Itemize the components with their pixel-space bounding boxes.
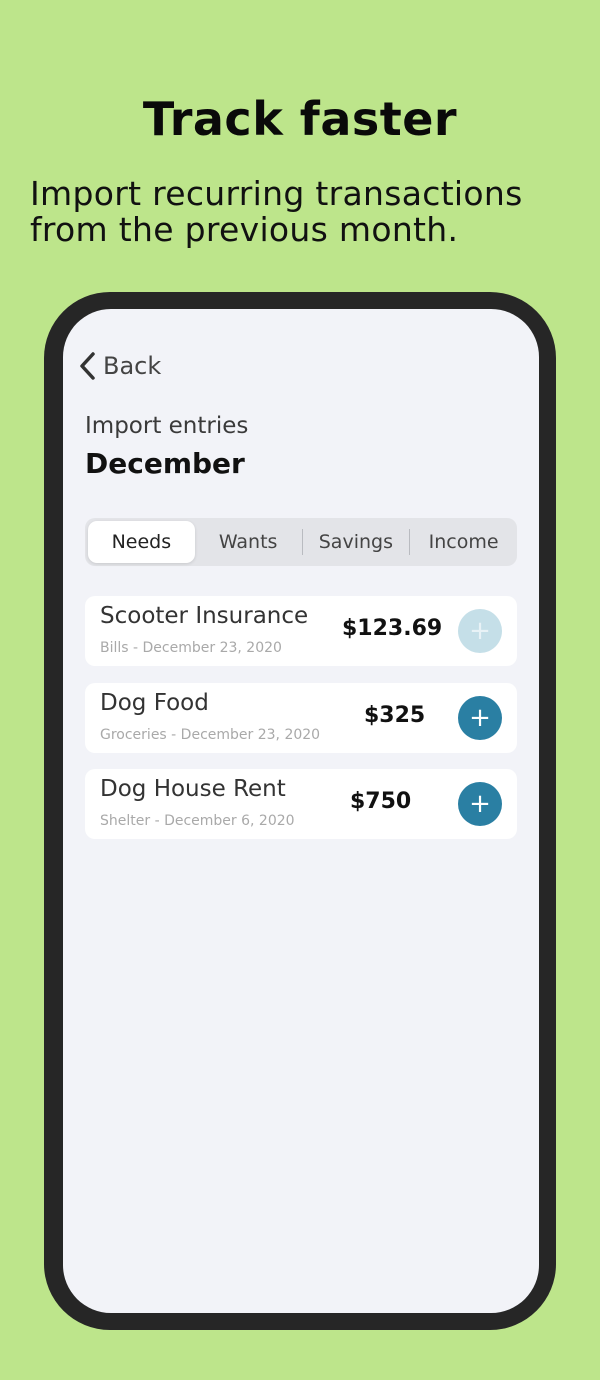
entry-amount: $123.69 [342,616,443,641]
promo-subline: Import recurring transactions from the p… [30,176,590,248]
entry-meta: Shelter - December 6, 2020 [100,813,295,829]
entry-name: Dog House Rent [100,776,286,802]
list-item: Scooter Insurance Bills - December 23, 2… [85,596,517,666]
phone-screen: Back Import entries December Needs Wants… [63,309,539,1313]
tab-savings[interactable]: Savings [303,521,410,563]
phone-frame: Back Import entries December Needs Wants… [44,292,556,1330]
entry-name: Dog Food [100,690,209,716]
plus-icon: + [469,703,491,733]
entry-meta: Bills - December 23, 2020 [100,640,282,656]
list-item: Dog House Rent Shelter - December 6, 202… [85,769,517,839]
tab-wants[interactable]: Wants [195,521,302,563]
add-entry-button[interactable]: + [458,696,502,740]
import-entries-label: Import entries [85,413,249,439]
category-segmented-control: Needs Wants Savings Income [85,518,517,566]
tab-income[interactable]: Income [410,521,517,563]
entry-amount: $750 [350,789,412,814]
page-title: December [85,447,245,480]
plus-icon: + [469,789,491,819]
add-entry-button[interactable]: + [458,782,502,826]
promo-subline-line-2: from the previous month. [30,210,459,249]
entry-meta: Groceries - December 23, 2020 [100,727,321,743]
plus-icon: + [469,616,491,646]
list-item: Dog Food Groceries - December 23, 2020 $… [85,683,517,753]
back-button[interactable]: Back [77,349,161,383]
add-entry-button[interactable]: + [458,609,502,653]
promo-subline-line-1: Import recurring transactions [30,174,523,213]
entry-amount: $325 [364,703,426,728]
entry-name: Scooter Insurance [100,603,309,629]
promo-headline: Track faster [142,92,458,146]
tab-needs[interactable]: Needs [88,521,195,563]
back-label: Back [103,352,162,380]
chevron-left-icon [80,352,95,380]
